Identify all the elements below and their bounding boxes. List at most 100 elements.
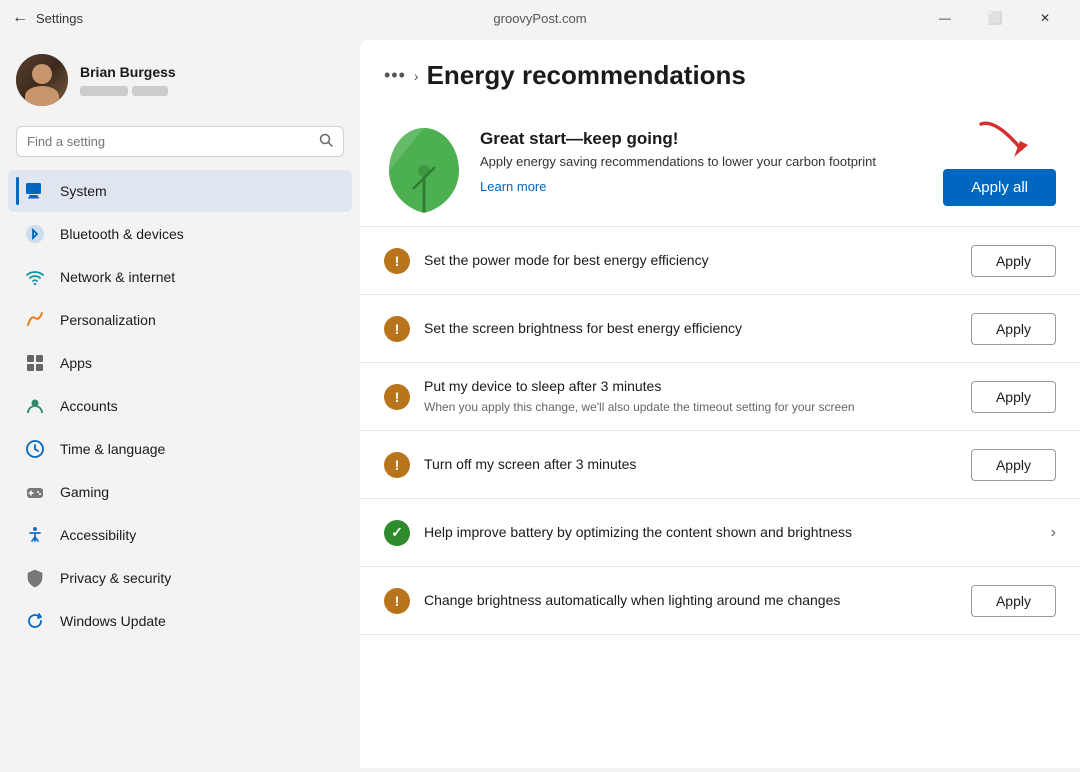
sidebar-item-personalization[interactable]: Personalization: [8, 299, 352, 341]
sidebar-item-network-label: Network & internet: [60, 269, 175, 285]
watermark: groovyPost.com: [493, 11, 586, 26]
learn-more-link[interactable]: Learn more: [480, 179, 546, 194]
apps-icon: [24, 352, 46, 374]
user-profile[interactable]: Brian Burgess: [0, 44, 360, 122]
sidebar-item-apps[interactable]: Apps: [8, 342, 352, 384]
sidebar-item-apps-label: Apps: [60, 355, 92, 371]
sidebar: Brian Burgess: [0, 36, 360, 772]
rec-main-brightness: Set the screen brightness for best energ…: [424, 319, 957, 339]
back-button[interactable]: ←: [12, 9, 28, 27]
titlebar-left: ← Settings: [12, 9, 83, 27]
app-title: Settings: [36, 11, 83, 26]
success-icon-battery: ✓: [384, 520, 410, 546]
app-body: Brian Burgess: [0, 36, 1080, 772]
maximize-button[interactable]: ⬜: [972, 2, 1018, 34]
sidebar-item-update[interactable]: Windows Update: [8, 600, 352, 642]
user-bars: [80, 86, 176, 96]
sidebar-item-bluetooth-label: Bluetooth & devices: [60, 226, 184, 242]
rec-text-screen-off: Turn off my screen after 3 minutes: [424, 455, 957, 475]
apply-button-screen-off[interactable]: Apply: [971, 449, 1056, 481]
minimize-button[interactable]: —: [922, 2, 968, 34]
sidebar-item-privacy-label: Privacy & security: [60, 570, 171, 586]
rec-main-sleep: Put my device to sleep after 3 minutes: [424, 377, 957, 397]
rec-action-screen-off: Apply: [971, 449, 1056, 481]
user-bar-1: [80, 86, 128, 96]
apply-button-sleep[interactable]: Apply: [971, 381, 1056, 413]
user-name: Brian Burgess: [80, 64, 176, 80]
hero-description: Apply energy saving recommendations to l…: [480, 153, 927, 171]
sidebar-item-accessibility[interactable]: Accessibility: [8, 514, 352, 556]
nav-list: System Bluetooth & devices: [0, 169, 360, 772]
breadcrumb-dots[interactable]: •••: [384, 65, 406, 86]
time-icon: [24, 438, 46, 460]
rec-row-auto-brightness: ! Change brightness automatically when l…: [360, 567, 1080, 635]
sidebar-item-accessibility-label: Accessibility: [60, 527, 136, 543]
hero-title: Great start—keep going!: [480, 129, 927, 149]
sidebar-item-time-label: Time & language: [60, 441, 165, 457]
rec-text-battery: Help improve battery by optimizing the c…: [424, 523, 1037, 543]
red-arrow-icon: [976, 119, 1056, 159]
rec-text-sleep: Put my device to sleep after 3 minutes W…: [424, 377, 957, 415]
rec-action-brightness: Apply: [971, 313, 1056, 345]
privacy-icon: [24, 567, 46, 589]
apply-button-power[interactable]: Apply: [971, 245, 1056, 277]
rec-main-power: Set the power mode for best energy effic…: [424, 251, 957, 271]
sidebar-item-gaming[interactable]: Gaming: [8, 471, 352, 513]
search-input[interactable]: [27, 134, 311, 149]
network-icon: [24, 266, 46, 288]
apply-all-button[interactable]: Apply all: [943, 169, 1056, 206]
rec-main-screen-off: Turn off my screen after 3 minutes: [424, 455, 957, 475]
hero-text: Great start—keep going! Apply energy sav…: [480, 129, 927, 195]
sidebar-item-personalization-label: Personalization: [60, 312, 156, 328]
system-icon: [24, 180, 46, 202]
search-box[interactable]: [16, 126, 344, 157]
titlebar: ← Settings groovyPost.com — ⬜ ✕: [0, 0, 1080, 36]
bluetooth-icon: [24, 223, 46, 245]
apply-button-auto-brightness[interactable]: Apply: [971, 585, 1056, 617]
accounts-icon: [24, 395, 46, 417]
apply-button-brightness[interactable]: Apply: [971, 313, 1056, 345]
rec-row-screen-off: ! Turn off my screen after 3 minutes App…: [360, 431, 1080, 499]
personalization-icon: [24, 309, 46, 331]
rec-row-battery[interactable]: ✓ Help improve battery by optimizing the…: [360, 499, 1080, 567]
warning-icon-screen-off: !: [384, 452, 410, 478]
rec-action-sleep: Apply: [971, 381, 1056, 413]
rec-main-battery: Help improve battery by optimizing the c…: [424, 523, 1037, 543]
chevron-right-icon: ›: [1051, 524, 1056, 541]
sidebar-item-gaming-label: Gaming: [60, 484, 109, 500]
update-icon: [24, 610, 46, 632]
sidebar-item-network[interactable]: Network & internet: [8, 256, 352, 298]
rec-main-auto-brightness: Change brightness automatically when lig…: [424, 591, 957, 611]
search-icon: [319, 133, 333, 150]
rec-action-auto-brightness: Apply: [971, 585, 1056, 617]
close-button[interactable]: ✕: [1022, 2, 1068, 34]
sidebar-item-system[interactable]: System: [8, 170, 352, 212]
leaf-icon: [384, 123, 464, 203]
rec-text-auto-brightness: Change brightness automatically when lig…: [424, 591, 957, 611]
hero-section: Great start—keep going! Apply energy sav…: [360, 103, 1080, 227]
rec-text-brightness: Set the screen brightness for best energ…: [424, 319, 957, 339]
rec-sub-sleep: When you apply this change, we'll also u…: [424, 399, 957, 416]
sidebar-item-bluetooth[interactable]: Bluetooth & devices: [8, 213, 352, 255]
gaming-icon: [24, 481, 46, 503]
user-info: Brian Burgess: [80, 64, 176, 96]
warning-icon-auto-brightness: !: [384, 588, 410, 614]
sidebar-item-time[interactable]: Time & language: [8, 428, 352, 470]
content-area: ••• › Energy recommendations Great start…: [360, 40, 1080, 768]
rec-action-battery: ›: [1051, 524, 1056, 542]
rec-action-power: Apply: [971, 245, 1056, 277]
sidebar-item-accounts-label: Accounts: [60, 398, 118, 414]
breadcrumb-chevron: ›: [414, 68, 419, 84]
sidebar-item-system-label: System: [60, 183, 107, 199]
sidebar-item-privacy[interactable]: Privacy & security: [8, 557, 352, 599]
hero-action: Apply all: [943, 119, 1056, 206]
warning-icon-power: !: [384, 248, 410, 274]
sidebar-item-update-label: Windows Update: [60, 613, 166, 629]
sidebar-item-accounts[interactable]: Accounts: [8, 385, 352, 427]
accessibility-icon: [24, 524, 46, 546]
rec-text-power: Set the power mode for best energy effic…: [424, 251, 957, 271]
page-title: Energy recommendations: [427, 60, 746, 91]
avatar: [16, 54, 68, 106]
rec-row-power-mode: ! Set the power mode for best energy eff…: [360, 227, 1080, 295]
user-bar-2: [132, 86, 168, 96]
